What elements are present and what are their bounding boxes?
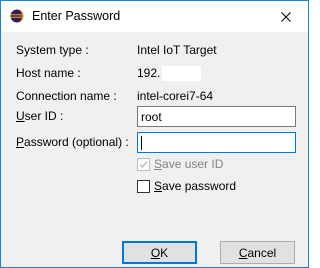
eclipse-icon [10, 9, 24, 23]
system-type-label: System type : [16, 43, 89, 57]
enter-password-dialog: Enter Password System type : Intel IoT T… [0, 0, 309, 268]
save-password-checkbox-row[interactable]: Save password [137, 178, 236, 194]
title-bar[interactable]: Enter Password [1, 1, 308, 32]
text-caret [141, 136, 142, 150]
redacted-host-mask [162, 66, 201, 81]
password-input[interactable] [137, 132, 296, 153]
user-id-mnemonic: U [16, 109, 25, 123]
host-name-label: Host name : [16, 66, 81, 80]
save-user-id-label: Save user ID [154, 157, 224, 171]
save-user-id-checkbox-row[interactable]: Save user ID [137, 156, 223, 172]
user-id-value: root [141, 110, 162, 124]
connection-name-value: intel-corei7-64 [137, 89, 214, 103]
connection-name-label: Connection name : [16, 89, 117, 103]
password-label: Password (optional) : [16, 135, 129, 149]
host-name-value: 192. [137, 66, 161, 80]
ok-button[interactable]: OK [122, 241, 197, 264]
dialog-body: System type : Intel IoT Target Host name… [1, 32, 308, 267]
save-password-label: Save password [154, 179, 237, 193]
save-password-checkbox[interactable] [137, 179, 150, 193]
user-id-input[interactable]: root [137, 106, 296, 127]
save-user-id-checkbox[interactable] [137, 157, 150, 171]
close-icon [281, 11, 291, 22]
dialog-title: Enter Password [32, 9, 121, 23]
system-type-value: Intel IoT Target [137, 43, 217, 57]
cancel-button[interactable]: Cancel [220, 241, 295, 264]
password-mnemonic: P [16, 135, 25, 149]
user-id-label: User ID : [16, 109, 64, 123]
close-button[interactable] [264, 1, 308, 32]
checkmark-icon [139, 160, 148, 168]
